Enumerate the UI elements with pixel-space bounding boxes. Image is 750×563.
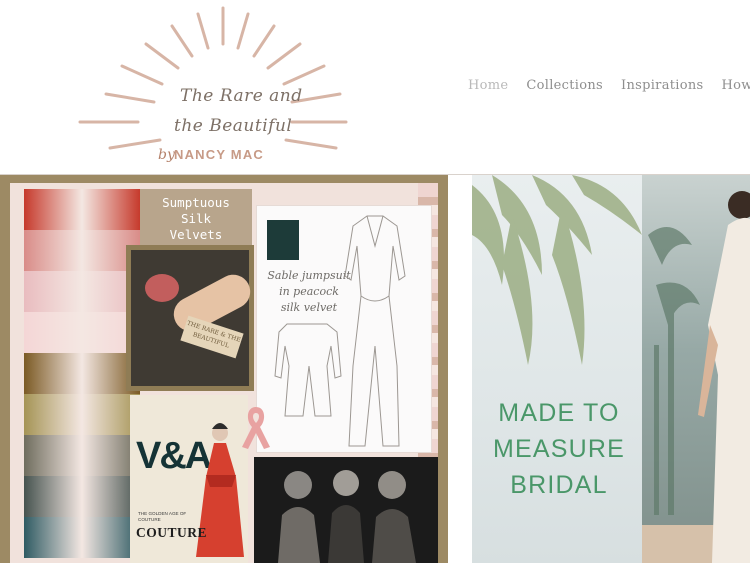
nav-collections[interactable]: Collections: [526, 78, 603, 93]
nav-home[interactable]: Home: [468, 78, 508, 93]
velvet-swatch: [24, 189, 140, 230]
bridal-hero-image[interactable]: MADE TO MEASURE BRIDAL: [472, 175, 750, 563]
logo-brand: NANCY MAC: [174, 147, 265, 162]
hero-illustration: [472, 175, 750, 563]
logo-by: by: [158, 147, 175, 163]
hero-title-line-2: MEASURE: [492, 435, 626, 463]
logo-line-1: The Rare and: [180, 86, 303, 106]
hero-title-line-1: MADE TO: [498, 399, 620, 427]
velvet-swatch: [24, 476, 140, 517]
hand-tag-photo: THE RARE & THE BEAUTIFUL: [126, 245, 257, 391]
nav-how-to[interactable]: How to o: [722, 78, 750, 93]
banner-line-3: Velvets: [169, 227, 223, 242]
flower-shape: [145, 274, 179, 302]
bw-group-photo: [254, 457, 438, 563]
banner-line-2: Silk: [180, 211, 212, 226]
va-couture-poster: V&A THE GOLDEN AGE OF COUTURE COUTURE: [130, 395, 248, 563]
logo-line-2: the Beautiful: [174, 116, 293, 136]
nav-inspirations[interactable]: Inspirations: [621, 78, 703, 93]
velvet-swatch: [24, 435, 140, 476]
velvet-swatch: [24, 394, 140, 435]
main-nav: Home Collections Inspirations How to o: [468, 78, 750, 93]
group-photo-figures: [278, 470, 416, 563]
hero-title-line-3: BRIDAL: [510, 471, 608, 499]
moodboard-panel: Sumptuous Silk Velvets THE RARE & THE BE…: [10, 183, 438, 563]
jumpsuit-drawing: [274, 215, 406, 447]
hero-title: MADE TO MEASURE BRIDAL: [484, 395, 634, 503]
site-header: The Rare and the Beautiful by NANCY MAC …: [0, 0, 750, 174]
pink-ribbon-icon: [242, 407, 270, 449]
va-title: COUTURE: [136, 525, 208, 540]
velvet-swatch: [24, 230, 140, 271]
velvets-banner: Sumptuous Silk Velvets: [140, 189, 252, 245]
velvet-swatch: [24, 517, 140, 558]
velvet-swatch: [24, 271, 140, 312]
banner-line-1: Sumptuous: [162, 195, 230, 210]
brand-logo[interactable]: The Rare and the Beautiful by NANCY MAC: [78, 4, 368, 170]
velvet-swatches: [24, 189, 140, 561]
moodboard-image[interactable]: Sumptuous Silk Velvets THE RARE & THE BE…: [0, 175, 448, 563]
jumpsuit-sketch: Sable jumpsuit in peacock silk velvet: [256, 205, 432, 453]
velvet-swatch: [24, 353, 140, 394]
velvet-swatch: [24, 312, 140, 353]
va-subtitle: THE GOLDEN AGE OF COUTURE: [138, 511, 187, 522]
